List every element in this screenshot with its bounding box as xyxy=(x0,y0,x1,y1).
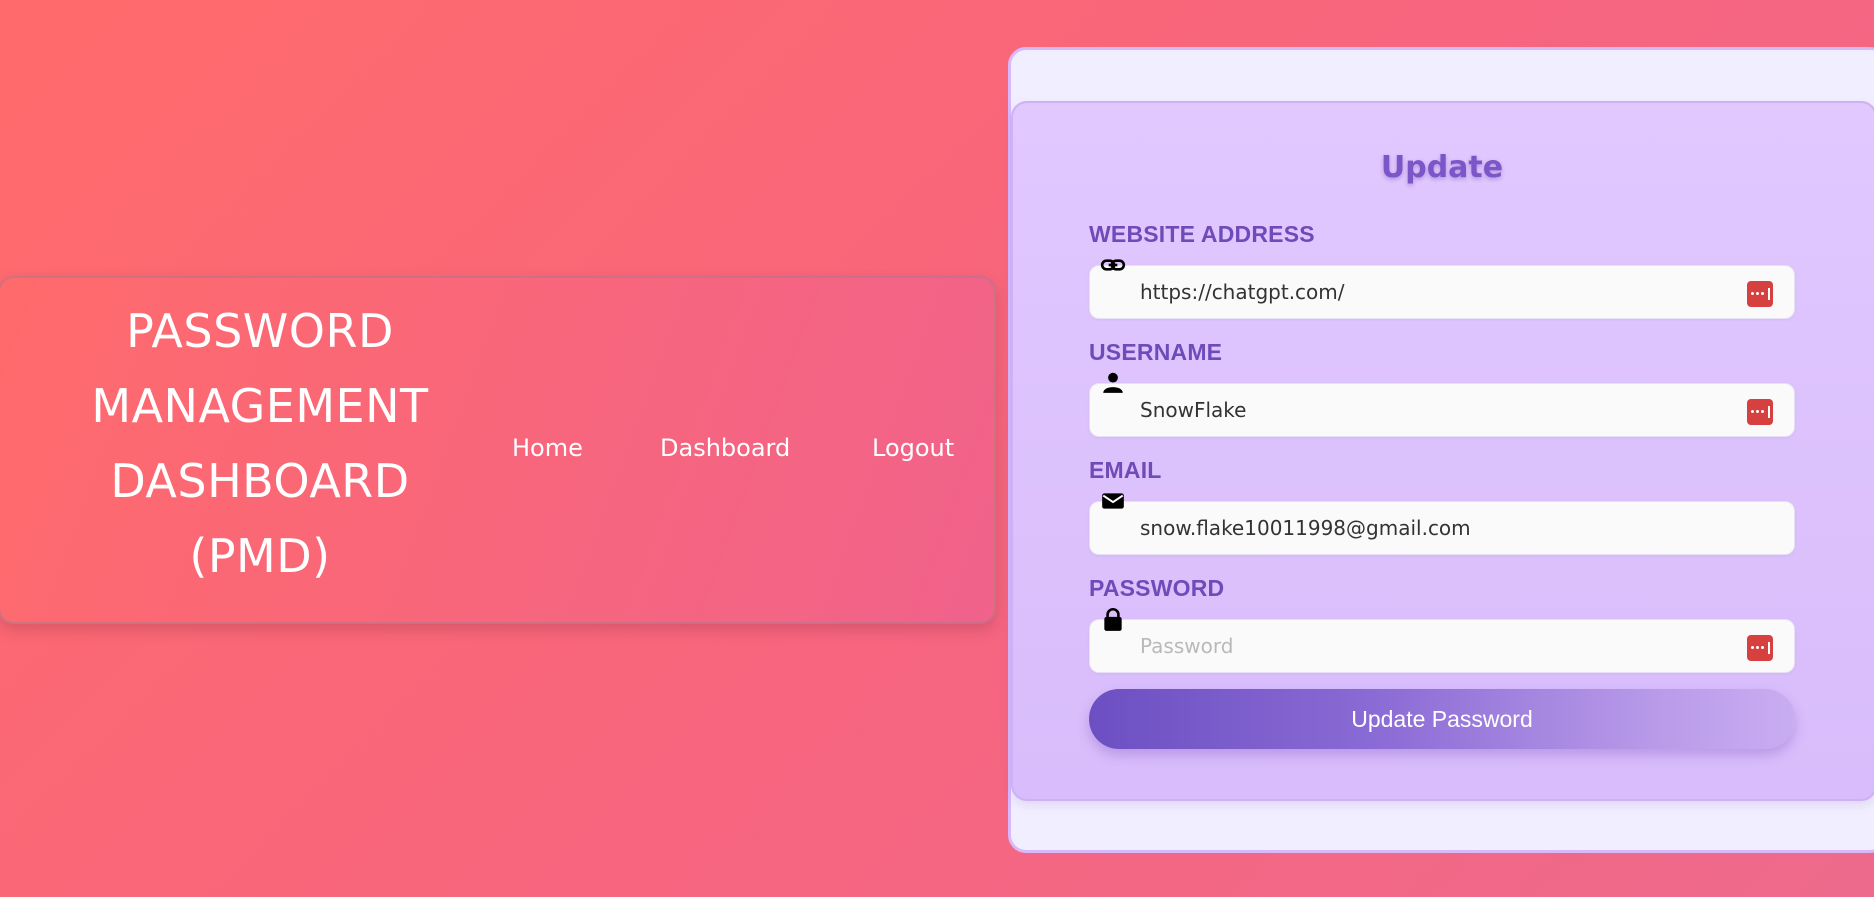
nav-logout-link[interactable]: Logout xyxy=(872,428,954,468)
password-manager-icon[interactable] xyxy=(1747,635,1773,661)
envelope-icon xyxy=(1100,488,1126,514)
nav-dashboard-link[interactable]: Dashboard xyxy=(660,428,790,468)
password-label: PASSWORD xyxy=(1089,575,1225,601)
brand-title-line: (PMD) xyxy=(189,529,331,583)
email-field[interactable] xyxy=(1089,501,1795,555)
username-field[interactable] xyxy=(1089,383,1795,437)
password-input[interactable] xyxy=(1140,620,1700,672)
website-address-field[interactable] xyxy=(1089,265,1795,319)
username-input[interactable] xyxy=(1140,384,1700,436)
link-icon xyxy=(1100,252,1126,278)
brand-title-line: MANAGEMENT xyxy=(91,379,429,433)
brand-title-line: PASSWORD xyxy=(126,304,394,358)
website-address-label: WEBSITE ADDRESS xyxy=(1089,221,1315,247)
email-label: EMAIL xyxy=(1089,457,1162,483)
brand-title-line: DASHBOARD xyxy=(110,454,410,508)
email-input[interactable] xyxy=(1140,502,1700,554)
header-panel: PASSWORD MANAGEMENT DASHBOARD (PMD) Home… xyxy=(0,276,996,624)
username-label: USERNAME xyxy=(1089,339,1223,365)
lock-icon xyxy=(1100,606,1126,632)
user-icon xyxy=(1100,369,1126,395)
website-address-input[interactable] xyxy=(1140,266,1700,318)
brand-title: PASSWORD MANAGEMENT DASHBOARD (PMD) xyxy=(40,294,480,594)
update-password-button[interactable]: Update Password xyxy=(1089,689,1795,749)
password-manager-icon[interactable] xyxy=(1747,399,1773,425)
password-field[interactable] xyxy=(1089,619,1795,673)
password-manager-icon[interactable] xyxy=(1747,281,1773,307)
form-title: Update xyxy=(1380,150,1504,185)
nav-home-link[interactable]: Home xyxy=(512,428,583,468)
